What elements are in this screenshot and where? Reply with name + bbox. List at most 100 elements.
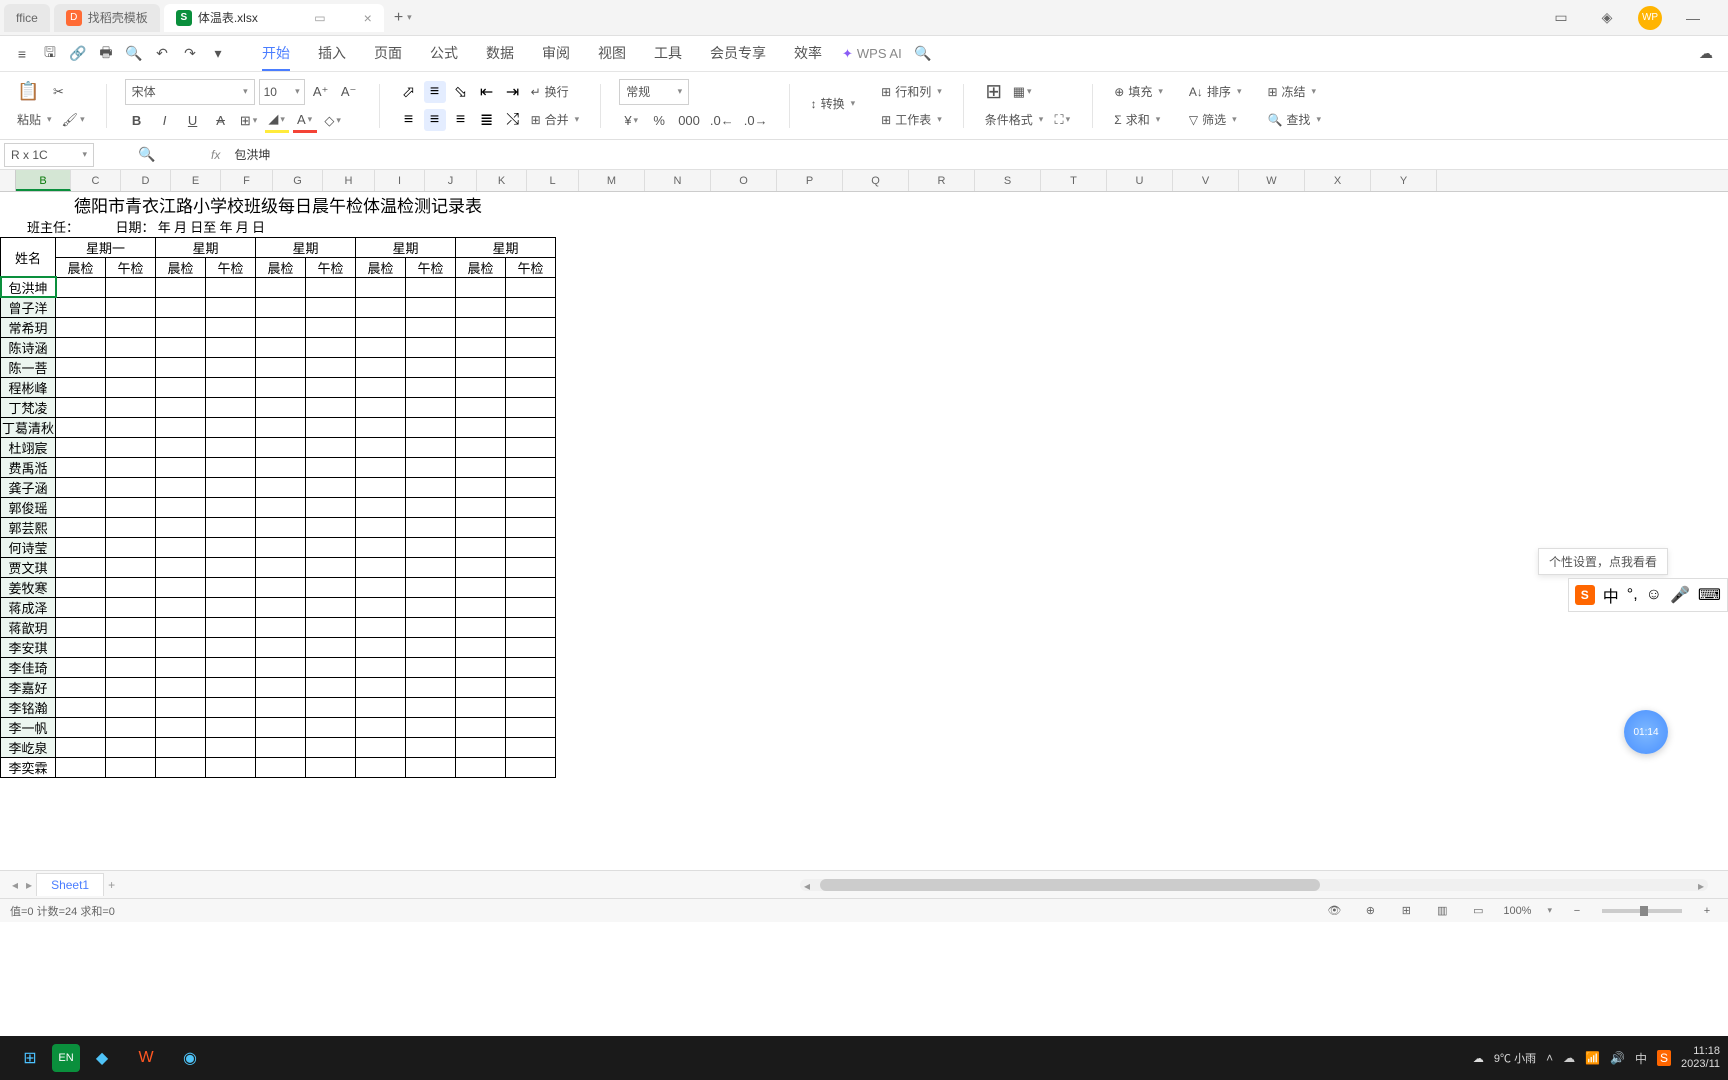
ime-emoji-icon[interactable]: ☺ bbox=[1646, 586, 1662, 604]
focus-icon[interactable]: ⊕ bbox=[1359, 902, 1381, 920]
font-select[interactable]: 宋体▾ bbox=[125, 79, 255, 105]
zoom-fx-icon[interactable]: 🔍 bbox=[134, 142, 160, 168]
fontsize-select[interactable]: 10▾ bbox=[259, 79, 305, 105]
align-bottom-icon[interactable]: ⬂ bbox=[450, 81, 472, 103]
name-cell[interactable]: 陈一菩 bbox=[1, 357, 56, 377]
col-header-L[interactable]: L bbox=[527, 170, 579, 191]
col-header-X[interactable]: X bbox=[1305, 170, 1371, 191]
col-header-B[interactable]: B bbox=[16, 170, 71, 191]
tab-member[interactable]: 会员专享 bbox=[710, 37, 766, 71]
name-cell[interactable]: 李一帆 bbox=[1, 717, 56, 737]
tray-volume-icon[interactable]: 🔊 bbox=[1610, 1051, 1625, 1065]
name-cell[interactable]: 郭俊瑶 bbox=[1, 497, 56, 517]
strike-button[interactable]: A bbox=[209, 109, 233, 133]
freeze-button[interactable]: ⊞冻结▾ bbox=[1264, 80, 1319, 104]
ime-toolbar[interactable]: S 中 °, ☺ 🎤 ⌨ bbox=[1568, 578, 1728, 612]
sort-button[interactable]: A↓排序▾ bbox=[1186, 80, 1245, 104]
preview-icon[interactable]: 🔍 bbox=[121, 41, 147, 67]
col-header-M[interactable]: M bbox=[579, 170, 645, 191]
align-top-icon[interactable]: ⬀ bbox=[398, 81, 420, 103]
tab-tools[interactable]: 工具 bbox=[654, 37, 682, 71]
ime-punct-icon[interactable]: °, bbox=[1627, 586, 1638, 604]
eye-icon[interactable]: 👁 bbox=[1323, 902, 1345, 920]
formula-input[interactable]: 包洪坤 bbox=[228, 146, 276, 163]
name-cell[interactable]: 李屹泉 bbox=[1, 737, 56, 757]
sheet-tab[interactable]: Sheet1 bbox=[36, 873, 104, 896]
menu-icon[interactable]: ≡ bbox=[9, 41, 35, 67]
italic-button[interactable]: I bbox=[153, 109, 177, 133]
zoom-in-icon[interactable]: + bbox=[1696, 902, 1718, 920]
weather-icon[interactable]: ☁ bbox=[1473, 1052, 1484, 1065]
name-cell[interactable]: 常希玥 bbox=[1, 317, 56, 337]
merge-button[interactable]: ⊞合并▾ bbox=[528, 108, 583, 132]
tab-data[interactable]: 数据 bbox=[486, 37, 514, 71]
col-header-I[interactable]: I bbox=[375, 170, 425, 191]
col-header-W[interactable]: W bbox=[1239, 170, 1305, 191]
sheet-add-button[interactable]: + bbox=[104, 878, 119, 892]
underline-button[interactable]: U bbox=[181, 109, 205, 133]
name-cell[interactable]: 曾子洋 bbox=[1, 297, 56, 317]
name-cell[interactable]: 程彬峰 bbox=[1, 377, 56, 397]
select-all-corner[interactable] bbox=[0, 170, 16, 191]
name-cell[interactable]: 李铭瀚 bbox=[1, 697, 56, 717]
minimize-button[interactable]: — bbox=[1678, 10, 1708, 26]
comma-icon[interactable]: 000 bbox=[675, 109, 703, 133]
wps-ai-button[interactable]: ✦ WPS AI bbox=[842, 46, 902, 62]
col-header-R[interactable]: R bbox=[909, 170, 975, 191]
tab-page[interactable]: 页面 bbox=[374, 37, 402, 71]
orientation-icon[interactable]: ⤭ bbox=[502, 109, 524, 131]
redo-icon[interactable]: ↷ bbox=[177, 41, 203, 67]
name-cell[interactable]: 丁梵凌 bbox=[1, 397, 56, 417]
name-cell[interactable]: 贾文琪 bbox=[1, 557, 56, 577]
spreadsheet[interactable]: 德阳市青衣江路小学校班级每日晨午检体温检测记录表班主任：日期： 年 月 日至 年… bbox=[0, 192, 556, 778]
name-cell[interactable]: 陈诗涵 bbox=[1, 337, 56, 357]
condfmt-button[interactable]: 条件格式▾ bbox=[982, 108, 1047, 132]
tab-start[interactable]: 开始 bbox=[262, 37, 290, 71]
col-header-K[interactable]: K bbox=[477, 170, 527, 191]
bold-button[interactable]: B bbox=[125, 109, 149, 133]
tab-insert[interactable]: 插入 bbox=[318, 37, 346, 71]
percent-icon[interactable]: % bbox=[647, 109, 671, 133]
qa-dropdown-icon[interactable]: ▾ bbox=[205, 41, 231, 67]
ime-lang[interactable]: 中 bbox=[1603, 583, 1619, 607]
expand-icon[interactable]: ⛶▾ bbox=[1050, 108, 1074, 132]
name-cell[interactable]: 李佳琦 bbox=[1, 657, 56, 677]
float-timer[interactable]: 01:14 bbox=[1624, 710, 1668, 754]
col-header-V[interactable]: V bbox=[1173, 170, 1239, 191]
name-cell[interactable]: 蒋歆玥 bbox=[1, 617, 56, 637]
name-cell[interactable]: 包洪坤 bbox=[1, 277, 56, 297]
view-layout-icon[interactable]: ▥ bbox=[1431, 902, 1453, 920]
cube-icon[interactable]: ◈ bbox=[1592, 9, 1622, 26]
col-header-F[interactable]: F bbox=[221, 170, 273, 191]
reader-icon[interactable]: ▭ bbox=[1546, 9, 1576, 26]
col-header-N[interactable]: N bbox=[645, 170, 711, 191]
tray-sogou-icon[interactable]: S bbox=[1657, 1050, 1671, 1066]
align-justify-icon[interactable]: ≣ bbox=[476, 109, 498, 131]
indent-inc-icon[interactable]: ⇥ bbox=[502, 81, 524, 103]
col-header-C[interactable]: C bbox=[71, 170, 121, 191]
ime-keyboard-icon[interactable]: ⌨ bbox=[1698, 585, 1721, 605]
view-normal-icon[interactable]: ⊞ bbox=[1395, 902, 1417, 920]
zoom-slider[interactable] bbox=[1602, 909, 1682, 913]
col-header-Y[interactable]: Y bbox=[1371, 170, 1437, 191]
link-icon[interactable]: 🔗 bbox=[65, 41, 91, 67]
convert-button[interactable]: ↕转换▾ bbox=[808, 92, 859, 116]
cellstyle2-icon[interactable]: ▦▾ bbox=[1010, 80, 1035, 104]
task-edge-icon[interactable]: ◉ bbox=[168, 1040, 212, 1076]
tab-menu-icon[interactable]: ▭ bbox=[314, 11, 325, 25]
name-box[interactable]: R x 1C▾ bbox=[4, 143, 94, 167]
paste-icon[interactable]: 📋 bbox=[14, 80, 42, 104]
tab-templates[interactable]: D 找稻壳模板 bbox=[54, 4, 160, 32]
task-app1-icon[interactable]: ◆ bbox=[80, 1040, 124, 1076]
align-right-icon[interactable]: ≡ bbox=[450, 109, 472, 131]
tab-close-icon[interactable]: × bbox=[364, 10, 372, 26]
name-cell[interactable]: 蒋成泽 bbox=[1, 597, 56, 617]
sheet-nav-prev[interactable]: ◂ bbox=[8, 878, 22, 892]
name-cell[interactable]: 费禹湉 bbox=[1, 457, 56, 477]
settings-tooltip[interactable]: 个性设置，点我看看 bbox=[1538, 548, 1668, 575]
border-button[interactable]: ⊞▾ bbox=[237, 109, 261, 133]
tray-chevron-icon[interactable]: ˄ bbox=[1546, 1051, 1553, 1065]
name-cell[interactable]: 何诗莹 bbox=[1, 537, 56, 557]
zoom-level[interactable]: 100% bbox=[1503, 905, 1531, 917]
search-icon[interactable]: 🔍 bbox=[910, 41, 936, 67]
